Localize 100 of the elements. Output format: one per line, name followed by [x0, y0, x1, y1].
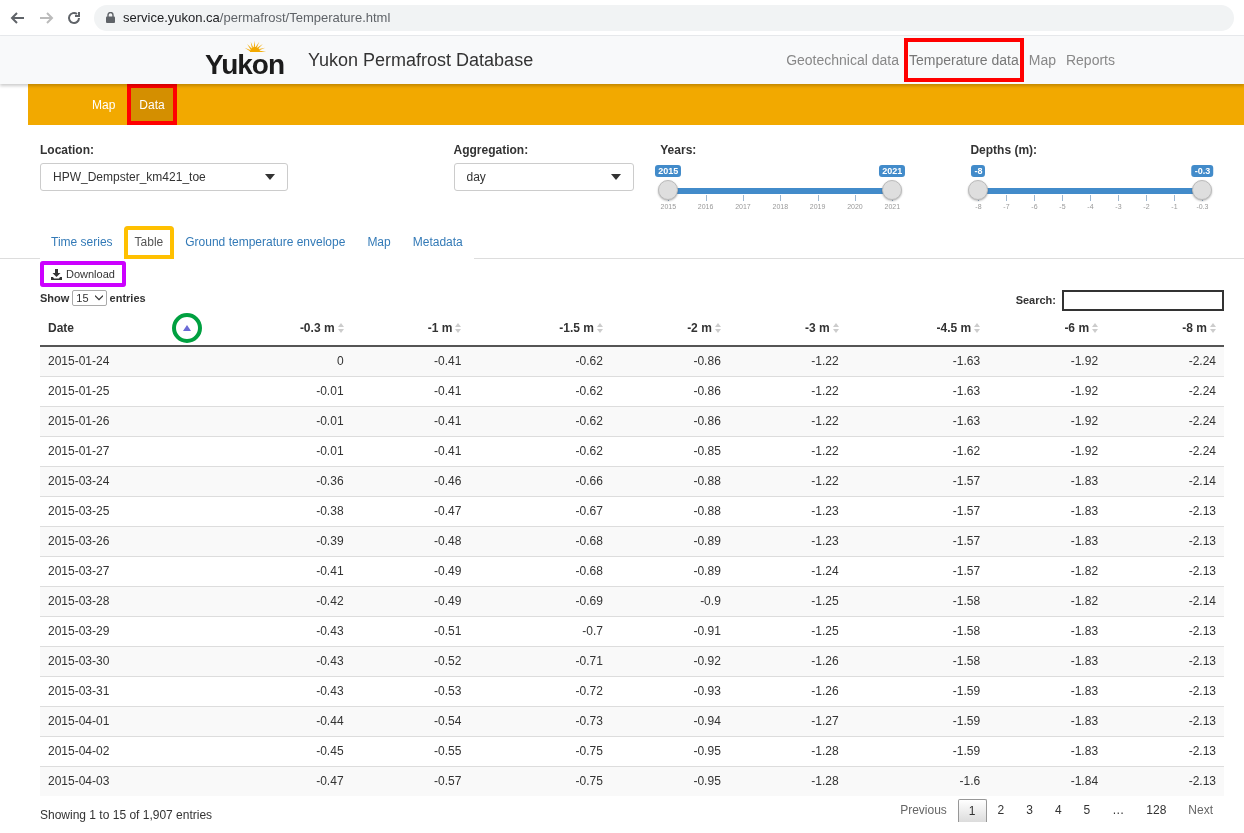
table-cell: -1.84	[988, 766, 1107, 796]
table-cell: -1.59	[846, 676, 989, 706]
table-cell: -2.14	[1106, 586, 1224, 616]
table-cell: -1.23	[728, 496, 847, 526]
ellipsis: …	[1111, 802, 1126, 819]
reload-icon[interactable]	[66, 9, 82, 26]
sort-icon[interactable]	[832, 322, 839, 334]
table-cell: -1.82	[988, 586, 1107, 616]
search-field[interactable]	[1062, 289, 1224, 311]
table-cell: -0.51	[351, 616, 470, 646]
table-cell: -0.47	[210, 766, 352, 796]
table-cell: -0.62	[469, 346, 611, 376]
slider-handle[interactable]	[882, 180, 903, 200]
table-cell: -2.13	[1106, 736, 1224, 766]
slider-label: Years:	[660, 143, 698, 157]
table-cell: -0.86	[610, 346, 729, 376]
page-button[interactable]: 5	[1072, 798, 1102, 822]
table-cell: -0.55	[351, 736, 470, 766]
table-cell: 2015-03-24	[40, 466, 210, 496]
table-cell: -0.86	[610, 406, 729, 436]
aggregation-select[interactable]: day	[453, 163, 634, 191]
page-button[interactable]: Previous	[889, 798, 958, 822]
table-cell: 2015-01-27	[40, 436, 210, 466]
download-button[interactable]: Download	[40, 261, 126, 287]
table-cell: -1.83	[988, 706, 1107, 736]
page-button[interactable]: 3	[1015, 798, 1044, 822]
show-label: Show	[40, 292, 70, 304]
table-cell: -0.39	[210, 526, 352, 556]
table-cell: -0.62	[469, 436, 611, 466]
table-cell: -0.01	[210, 436, 352, 466]
value-badge: 2015	[655, 165, 682, 177]
table-cell: -0.52	[351, 646, 470, 676]
sort-icon[interactable]	[1092, 322, 1099, 334]
table-cell: -0.42	[210, 586, 352, 616]
tab[interactable]: Table	[123, 226, 175, 259]
table-cell: -0.94	[610, 706, 729, 736]
table-cell: -0.41	[210, 556, 352, 586]
table-cell: -1.83	[988, 646, 1107, 676]
slider-handle[interactable]	[658, 180, 679, 200]
sort-icon[interactable]	[714, 322, 721, 334]
table-cell: 2015-04-03	[40, 766, 210, 796]
page-button[interactable]: 2	[986, 798, 1016, 822]
table-cell: -0.68	[469, 526, 611, 556]
table-cell: -2.24	[1106, 376, 1224, 406]
table-cell: -1.28	[728, 736, 847, 766]
value-badge: -0.3	[1191, 165, 1214, 177]
table-cell: -1.92	[988, 406, 1107, 436]
table-cell: -0.49	[351, 556, 470, 586]
slider-handle[interactable]	[1192, 180, 1213, 200]
sort-icon[interactable]	[1210, 322, 1216, 334]
table-cell: 2015-03-25	[40, 496, 210, 526]
table-cell: -1.83	[988, 616, 1107, 646]
table-cell: -2.24	[1106, 436, 1224, 466]
table-cell: -1.22	[728, 466, 847, 496]
table-cell: -1.58	[846, 646, 989, 676]
table-cell: -0.75	[469, 766, 611, 796]
table-cell: 0	[210, 346, 352, 376]
table-cell: -1.63	[846, 376, 989, 406]
table-cell: -0.62	[469, 406, 611, 436]
sort-icon[interactable]	[455, 322, 462, 334]
nav-link[interactable]: Temperature data	[904, 38, 1024, 82]
sort-icon[interactable]	[337, 322, 344, 334]
table-cell: -0.36	[210, 466, 352, 496]
table-cell: -1.92	[988, 436, 1107, 466]
table-cell: -0.47	[351, 496, 470, 526]
table-cell: -2.13	[1106, 556, 1224, 586]
table-cell: -0.43	[210, 646, 352, 676]
table-cell: -1.59	[846, 736, 989, 766]
nav-link[interactable]: Geotechnical data	[781, 38, 904, 82]
sort-icon[interactable]	[974, 322, 981, 334]
address-bar[interactable]: service.yukon.ca/permafrost/Temperature.html	[94, 4, 1234, 31]
table-cell: -0.71	[469, 646, 611, 676]
page-length-select[interactable]: 15	[72, 290, 107, 306]
slider-label: Depths (m):	[970, 143, 1039, 157]
sort-up-icon[interactable]	[172, 313, 202, 343]
page-button[interactable]: 4	[1043, 798, 1073, 822]
back-icon[interactable]	[10, 9, 26, 26]
table-cell: -1.82	[988, 556, 1107, 586]
slider-handle[interactable]	[968, 180, 989, 200]
table-cell: 2015-04-01	[40, 706, 210, 736]
table-cell: 2015-04-02	[40, 736, 210, 766]
page-button[interactable]: 1	[957, 799, 987, 822]
table-cell: -0.75	[469, 736, 611, 766]
table-cell: -0.66	[469, 466, 611, 496]
page-button[interactable]: Next	[1177, 798, 1224, 822]
table-cell: -0.85	[610, 436, 729, 466]
table-cell: -1.25	[728, 616, 847, 646]
table-cell: 2015-03-26	[40, 526, 210, 556]
table-cell: -0.41	[351, 346, 470, 376]
table-cell: -0.88	[610, 496, 729, 526]
sort-icon[interactable]	[596, 322, 603, 334]
table-cell: -1.63	[846, 406, 989, 436]
page-button[interactable]: 128	[1135, 798, 1178, 822]
nav-link[interactable]: Map	[1023, 38, 1061, 82]
nav-link[interactable]: Reports	[1060, 38, 1120, 82]
location-select[interactable]: HPW_Dempster_km421_toe	[40, 163, 288, 191]
table-cell: -0.41	[351, 376, 470, 406]
table-cell: -1.63	[846, 346, 989, 376]
forward-icon[interactable]	[38, 9, 54, 26]
table-cell: -0.9	[610, 586, 729, 616]
